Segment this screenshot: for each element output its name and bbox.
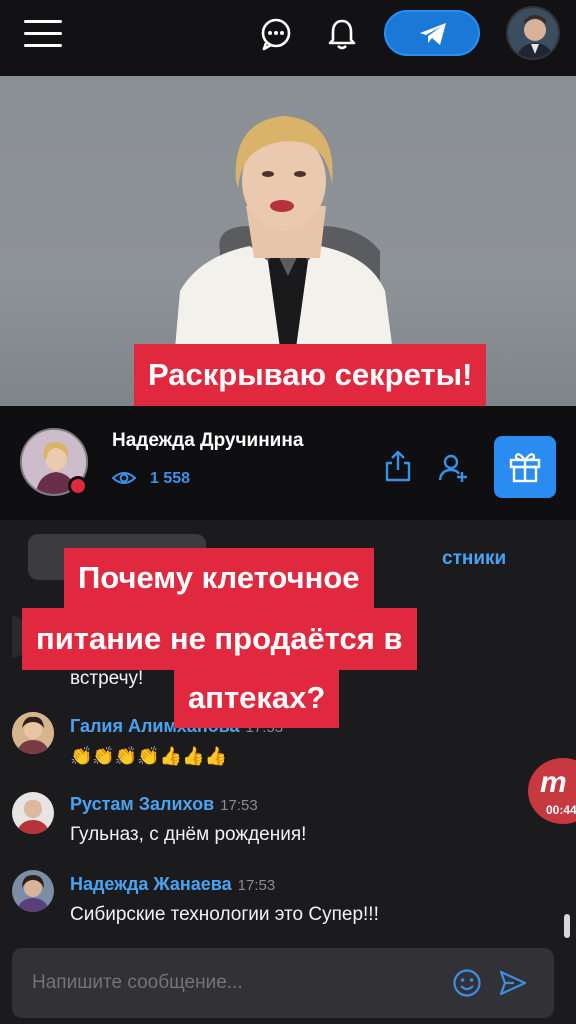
logo-icon: m: [540, 766, 567, 796]
message-text: Сибирские технологии это Супер!!!: [70, 904, 379, 925]
streamer-name[interactable]: Надежда Дручинина: [112, 430, 303, 452]
chat-bubble-icon[interactable]: [258, 16, 294, 52]
chat-scrollbar[interactable]: [564, 914, 570, 938]
svg-text:m: m: [540, 766, 567, 796]
add-friend-icon[interactable]: [438, 452, 470, 484]
streamer-bar: Надежда Дручинина 1 558: [0, 406, 576, 520]
live-indicator: [68, 476, 88, 496]
user-avatar[interactable]: [506, 6, 560, 60]
message-time: 17:53: [220, 797, 258, 814]
eye-icon: [112, 472, 136, 484]
message-input-box: [12, 948, 554, 1018]
message-author[interactable]: Рустам Залихов 17:53: [70, 794, 258, 815]
overlay-caption-line2: питание не продаётся в: [22, 608, 417, 670]
share-icon[interactable]: [384, 450, 412, 482]
message-time: 17:53: [237, 877, 276, 894]
video-caption: Раскрываю секреты!: [134, 344, 487, 406]
top-bar: [0, 0, 576, 76]
gift-icon: [509, 453, 541, 483]
message-input[interactable]: [32, 972, 432, 994]
telegram-button[interactable]: [384, 10, 480, 56]
menu-icon[interactable]: [24, 20, 62, 48]
message-input-area: [0, 948, 576, 1024]
overlay-caption-line1: Почему клеточное: [64, 548, 374, 608]
message-author[interactable]: Надежда Жанаева 17:53: [70, 874, 275, 895]
telegram-icon: [420, 23, 446, 45]
send-icon[interactable]: [498, 968, 528, 998]
message-text: 👏👏👏👏👍👍👍: [70, 746, 227, 766]
message-text: встречу!: [70, 668, 144, 689]
tab-participants[interactable]: стники: [442, 548, 506, 570]
overlay-caption-line3: аптеках?: [174, 668, 340, 728]
bell-icon[interactable]: [324, 16, 360, 52]
avatar[interactable]: [12, 792, 54, 834]
floating-timer: 00:44: [546, 803, 576, 817]
avatar[interactable]: [12, 712, 54, 754]
gift-button[interactable]: [494, 436, 556, 498]
emoji-icon[interactable]: [452, 968, 482, 998]
view-count: 1 558: [150, 470, 191, 487]
avatar[interactable]: [12, 870, 54, 912]
message-text: Гульназ, с днём рождения!: [70, 824, 307, 845]
